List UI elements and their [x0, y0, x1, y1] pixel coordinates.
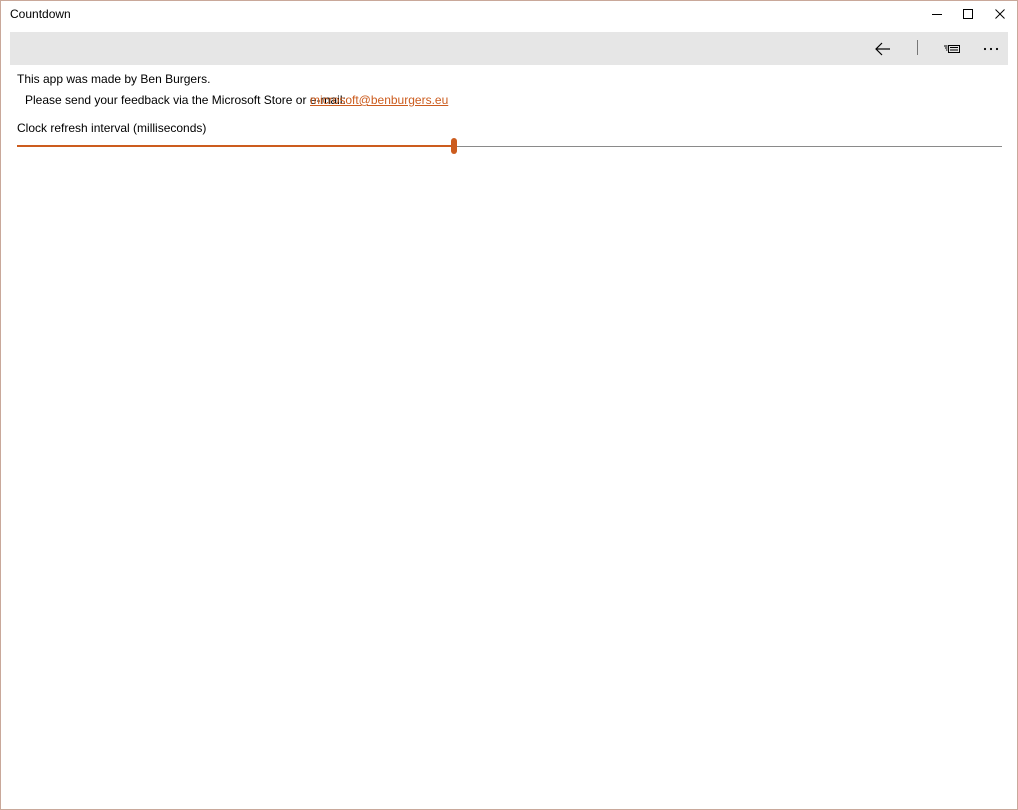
close-button[interactable]	[984, 1, 1015, 27]
refresh-interval-slider[interactable]	[17, 137, 1002, 157]
maximize-icon	[962, 9, 973, 19]
settings-page: This app was made by Ben Burgers. Please…	[1, 65, 1017, 809]
feedback-text: Please send your feedback via the Micros…	[25, 93, 346, 107]
window-title: Countdown	[10, 7, 71, 21]
title-bar[interactable]: Countdown	[1, 1, 1017, 27]
maximize-button[interactable]	[952, 1, 983, 27]
close-icon	[994, 9, 1005, 19]
command-bar	[10, 32, 1008, 65]
keyboard-button[interactable]	[932, 32, 972, 65]
slider-fill	[17, 145, 455, 147]
refresh-interval-label: Clock refresh interval (milliseconds)	[17, 121, 207, 135]
email-link[interactable]: microsoft@benburgers.eu	[310, 93, 448, 107]
credit-text: This app was made by Ben Burgers.	[17, 72, 211, 86]
app-window: Countdown This app was made by Ben Burge…	[0, 0, 1018, 810]
more-icon	[983, 47, 999, 50]
more-options-button[interactable]	[971, 32, 1011, 65]
command-separator	[917, 40, 918, 55]
keyboard-icon	[944, 44, 960, 53]
back-arrow-icon	[875, 42, 890, 55]
slider-thumb[interactable]	[451, 138, 458, 154]
minimize-button[interactable]	[921, 1, 952, 27]
back-button[interactable]	[863, 32, 903, 65]
minimize-icon	[931, 14, 942, 15]
